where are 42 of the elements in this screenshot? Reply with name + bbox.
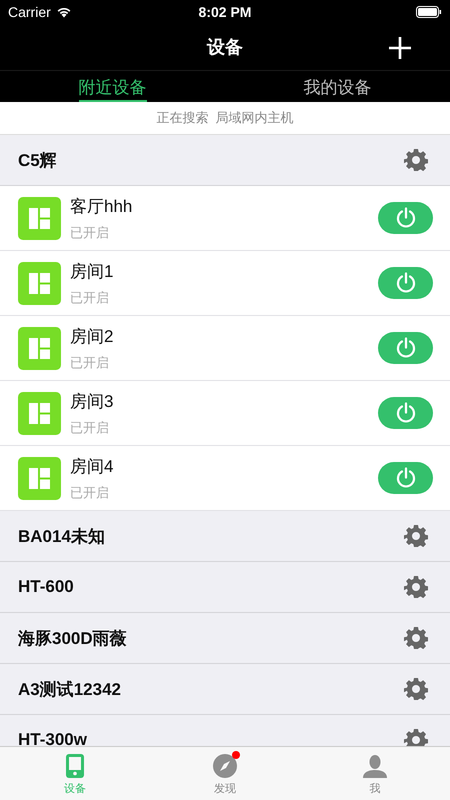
carrier-label: Carrier bbox=[8, 4, 51, 20]
device-status: 已开启 bbox=[70, 224, 110, 242]
add-icon[interactable] bbox=[388, 36, 412, 60]
power-icon bbox=[394, 467, 416, 489]
device-row[interactable]: 房间3 已开启 bbox=[0, 381, 450, 446]
device-status: 已开启 bbox=[70, 418, 110, 436]
device-icon bbox=[18, 196, 61, 240]
device-name: 客厅hhh bbox=[70, 196, 132, 218]
power-icon bbox=[394, 337, 416, 359]
device-icon bbox=[18, 262, 61, 304]
settings-icon[interactable] bbox=[404, 677, 428, 701]
search-status: 正在搜索 局域网内主机 bbox=[156, 109, 294, 127]
device-name: 房间1 bbox=[70, 260, 114, 282]
page-title: 设备 bbox=[207, 36, 243, 59]
settings-icon[interactable] bbox=[404, 728, 428, 746]
settings-icon[interactable] bbox=[404, 524, 428, 548]
device-name: 房间3 bbox=[70, 390, 114, 412]
settings-icon[interactable] bbox=[404, 575, 428, 599]
device-name: 房间2 bbox=[70, 326, 114, 348]
device-row[interactable]: 房间4 已开启 bbox=[0, 446, 450, 511]
person-icon bbox=[363, 754, 387, 778]
battery-icon bbox=[416, 6, 442, 18]
settings-icon[interactable] bbox=[404, 626, 428, 650]
device-row[interactable]: 房间2 已开启 bbox=[0, 316, 450, 381]
settings-icon[interactable] bbox=[404, 148, 428, 172]
device-icon bbox=[18, 392, 61, 434]
device-row[interactable]: 房间1 已开启 bbox=[0, 251, 450, 316]
device-name: 房间4 bbox=[70, 456, 114, 478]
wifi-icon bbox=[56, 6, 72, 18]
device-status: 已开启 bbox=[70, 288, 110, 306]
phone-icon bbox=[65, 754, 85, 778]
compass-icon bbox=[213, 754, 237, 778]
device-status: 已开启 bbox=[70, 484, 110, 502]
power-icon bbox=[394, 272, 416, 294]
clock: 8:02 PM bbox=[198, 4, 252, 20]
segment-tab[interactable]: 我的设备 bbox=[225, 71, 450, 102]
device-row[interactable]: 客厅hhh 已开启 bbox=[0, 186, 450, 251]
device-status: 已开启 bbox=[70, 354, 110, 372]
device-icon bbox=[18, 456, 61, 500]
power-icon bbox=[394, 207, 416, 229]
device-icon bbox=[18, 326, 61, 370]
power-icon bbox=[394, 402, 416, 424]
